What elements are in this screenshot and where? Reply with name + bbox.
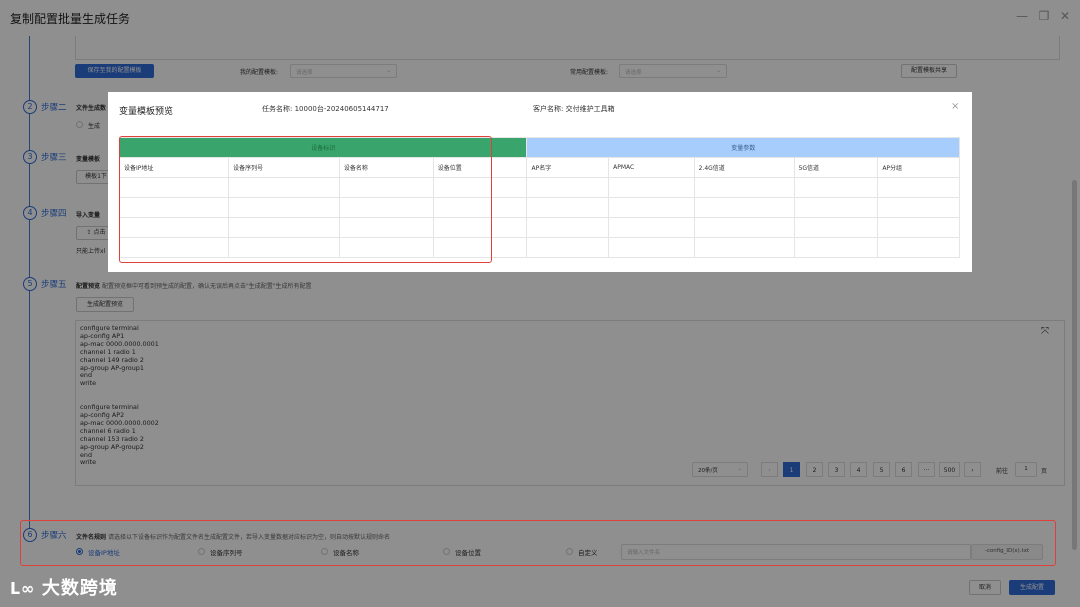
highlight-step-6 — [20, 520, 1056, 566]
task-info: 任务名称: 10000台-20240605144717 — [262, 105, 389, 113]
logo-icon: ᒪ∞ — [10, 579, 42, 598]
col-header: 2.4G信道 — [693, 157, 795, 178]
highlight-device-columns — [119, 136, 492, 263]
watermark: ᒪ∞ 大数跨境 — [10, 578, 118, 599]
group-header-vars: 变量参数 — [526, 137, 960, 158]
modal-title: 变量模板预览 — [119, 107, 174, 117]
col-header: AP名字 — [526, 157, 610, 178]
col-header: AP分组 — [877, 157, 960, 178]
modal-close-icon[interactable]: × — [951, 101, 959, 112]
col-header: APMAC — [608, 157, 695, 178]
customer-info: 客户名称: 交付维护工具箱 — [533, 105, 615, 113]
col-header: 5G信道 — [793, 157, 879, 178]
